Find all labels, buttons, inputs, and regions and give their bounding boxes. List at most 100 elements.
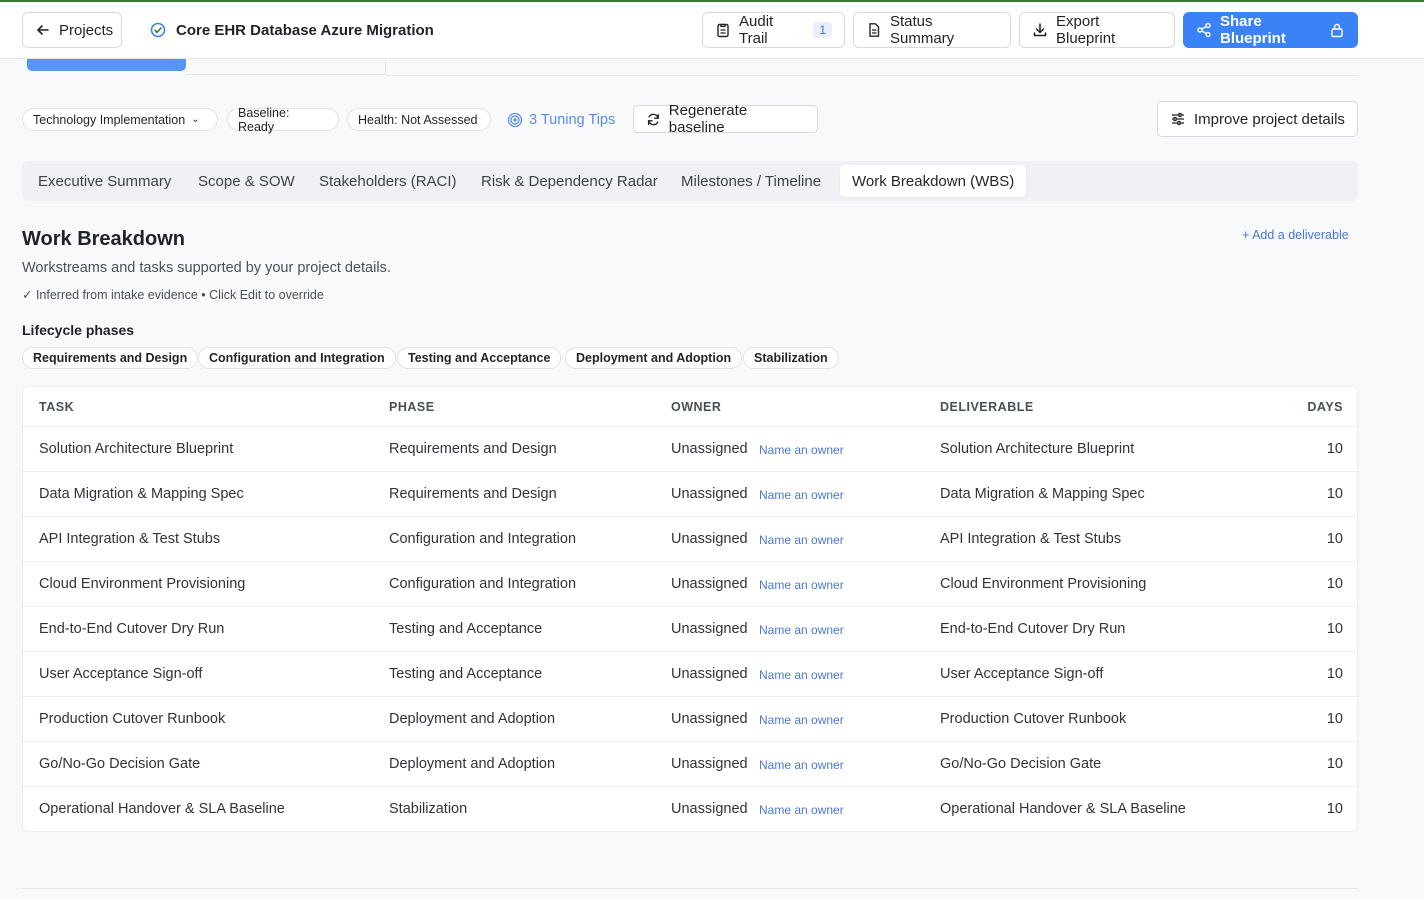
improve-project-details-button[interactable]: Improve project details: [1157, 101, 1358, 137]
column-header-owner: OWNER: [671, 400, 722, 414]
regenerate-baseline-button[interactable]: Regenerate baseline: [633, 102, 818, 136]
deliverable-cell: Cloud Environment Provisioning: [940, 576, 1147, 592]
table-row[interactable]: Data Migration & Mapping Spec Requirement…: [23, 472, 1359, 517]
owner-cell: Unassigned: [671, 531, 748, 547]
table-row[interactable]: User Acceptance Sign-off Testing and Acce…: [23, 652, 1359, 697]
refresh-icon: [647, 113, 659, 125]
task-cell: Solution Architecture Blueprint: [39, 441, 234, 457]
owner-cell: Unassigned: [671, 711, 748, 727]
name-owner-link[interactable]: Name an owner: [759, 533, 844, 547]
status-summary-button[interactable]: Status Summary: [853, 12, 1011, 48]
sliders-icon: [1172, 112, 1184, 126]
table-row[interactable]: Solution Architecture Blueprint Requireme…: [23, 427, 1359, 472]
back-to-projects-button[interactable]: Projects: [22, 12, 122, 48]
task-cell: Go/No-Go Decision Gate: [39, 756, 201, 772]
task-cell: Operational Handover & SLA Baseline: [39, 801, 285, 817]
phase-cell: Configuration and Integration: [389, 576, 577, 592]
deliverable-cell: Operational Handover & SLA Baseline: [940, 801, 1186, 817]
column-header-days: DAYS: [1307, 400, 1343, 414]
task-cell: Production Cutover Runbook: [39, 711, 226, 727]
phase-chip[interactable]: Requirements and Design: [22, 347, 199, 369]
share-blueprint-label: Share Blueprint: [1220, 13, 1286, 47]
divider: [386, 75, 1358, 76]
days-cell: 10: [1326, 441, 1343, 457]
project-title-text: Core EHR Database Azure Migration: [176, 21, 434, 39]
baseline-status-label: Baseline: Ready: [238, 105, 290, 134]
task-cell: User Acceptance Sign-off: [39, 666, 203, 682]
table-header: TASK PHASE OWNER DELIVERABLE DAYS: [23, 387, 1359, 427]
wbs-table: TASK PHASE OWNER DELIVERABLE DAYS Soluti…: [22, 386, 1359, 832]
phase-cell: Configuration and Integration: [389, 531, 577, 547]
share-blueprint-button[interactable]: Share Blueprint: [1183, 12, 1358, 48]
table-row[interactable]: End-to-End Cutover Dry Run Testing and Ac…: [23, 607, 1359, 652]
audit-trail-label: Audit Trail: [739, 13, 774, 47]
days-cell: 10: [1326, 531, 1343, 547]
tab-risk-radar[interactable]: Risk & Dependency Radar: [469, 165, 670, 197]
phase-cell: Testing and Acceptance: [389, 666, 543, 682]
table-row[interactable]: Go/No-Go Decision Gate Deployment and Ado…: [23, 742, 1359, 787]
project-status-icon: [150, 22, 166, 38]
days-cell: 10: [1326, 801, 1343, 817]
tab-scope-sow[interactable]: Scope & SOW: [186, 165, 307, 197]
table-row[interactable]: Production Cutover Runbook Deployment and…: [23, 697, 1359, 742]
column-header-phase: PHASE: [389, 400, 435, 414]
section-tabs: Executive Summary Scope & SOW Stakeholde…: [22, 161, 1358, 201]
phase-cell: Requirements and Design: [389, 486, 557, 502]
hidden-tab-remnant: [27, 59, 186, 71]
tuning-tips-label: 3 Tuning Tips: [529, 111, 616, 128]
name-owner-link[interactable]: Name an owner: [759, 578, 844, 592]
name-owner-link[interactable]: Name an owner: [759, 713, 844, 727]
tab-milestones[interactable]: Milestones / Timeline: [669, 165, 833, 197]
table-row[interactable]: Operational Handover & SLA Baseline Stabi…: [23, 787, 1359, 832]
hidden-panel-remnant: [186, 59, 386, 75]
tuning-tips-link[interactable]: 3 Tuning Tips: [507, 108, 615, 131]
improve-project-details-label: Improve project details: [1194, 110, 1345, 128]
project-type-label: Technology Implementation: [33, 112, 186, 127]
owner-cell: Unassigned: [671, 576, 748, 592]
lifecycle-phases-title: Lifecycle phases: [22, 322, 135, 338]
baseline-status-badge: Baseline: Ready: [227, 105, 339, 134]
export-blueprint-label: Export Blueprint: [1056, 13, 1116, 47]
task-cell: Data Migration & Mapping Spec: [39, 486, 244, 502]
name-owner-link[interactable]: Name an owner: [759, 623, 844, 637]
status-summary-label: Status Summary: [890, 13, 955, 47]
deliverable-cell: Go/No-Go Decision Gate: [940, 756, 1102, 772]
target-icon: [507, 112, 523, 127]
phase-chip[interactable]: Configuration and Integration: [198, 347, 396, 369]
name-owner-link[interactable]: Name an owner: [759, 443, 844, 457]
table-row[interactable]: API Integration & Test Stubs Configuratio…: [23, 517, 1359, 562]
health-status-badge: Health: Not Assessed: [347, 108, 491, 131]
days-cell: 10: [1326, 756, 1343, 772]
name-owner-link[interactable]: Name an owner: [759, 803, 844, 817]
days-cell: 10: [1326, 621, 1343, 637]
phase-cell: Testing and Acceptance: [389, 621, 543, 637]
regenerate-baseline-label: Regenerate baseline: [668, 102, 748, 136]
projects-label: Projects: [59, 21, 114, 39]
deliverable-cell: User Acceptance Sign-off: [940, 666, 1104, 682]
deliverable-cell: API Integration & Test Stubs: [940, 531, 1122, 547]
download-icon: [1033, 23, 1047, 37]
name-owner-link[interactable]: Name an owner: [759, 488, 844, 502]
arrow-left-icon: [37, 25, 49, 35]
footer-divider: [22, 888, 1358, 889]
audit-trail-button[interactable]: Audit Trail 1: [702, 12, 845, 48]
tab-executive-summary[interactable]: Executive Summary: [26, 165, 183, 197]
phase-chip[interactable]: Stabilization: [743, 347, 839, 369]
task-cell: Cloud Environment Provisioning: [39, 576, 246, 592]
tab-stakeholders[interactable]: Stakeholders (RACI): [307, 165, 469, 197]
export-blueprint-button[interactable]: Export Blueprint: [1019, 12, 1175, 48]
phase-cell: Stabilization: [389, 801, 468, 817]
tab-work-breakdown[interactable]: Work Breakdown (WBS): [840, 165, 1027, 197]
days-cell: 10: [1326, 486, 1343, 502]
add-deliverable-link[interactable]: + Add a deliverable: [1242, 228, 1349, 242]
phase-chip[interactable]: Deployment and Adoption: [565, 347, 743, 369]
name-owner-link[interactable]: Name an owner: [759, 668, 844, 682]
owner-cell: Unassigned: [671, 756, 748, 772]
phase-chip[interactable]: Testing and Acceptance: [397, 347, 562, 369]
project-type-dropdown[interactable]: Technology Implementation ⌄: [22, 108, 218, 131]
owner-cell: Unassigned: [671, 441, 748, 457]
name-owner-link[interactable]: Name an owner: [759, 758, 844, 772]
table-row[interactable]: Cloud Environment Provisioning Configurat…: [23, 562, 1359, 607]
section-title: Work Breakdown: [22, 228, 185, 250]
share-icon: [1197, 22, 1211, 38]
